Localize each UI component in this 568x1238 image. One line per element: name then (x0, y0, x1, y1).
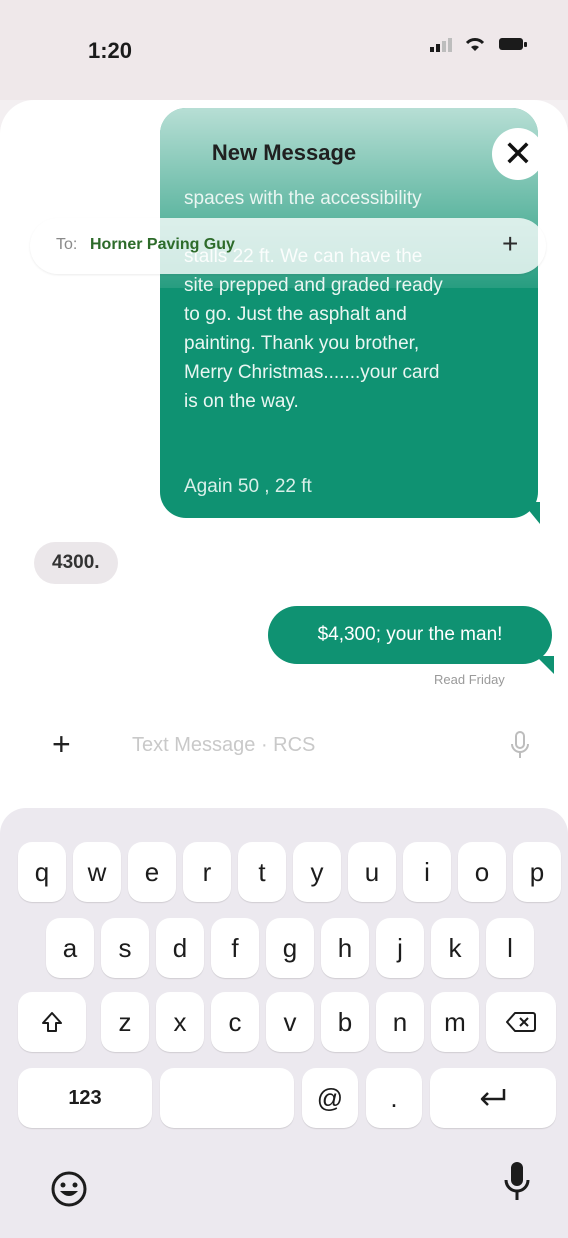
key-h[interactable]: h (321, 918, 369, 978)
close-button[interactable]: ✕ (492, 128, 544, 180)
add-recipient-button[interactable]: + (502, 230, 518, 258)
key-i[interactable]: i (403, 842, 451, 902)
key-n[interactable]: n (376, 992, 424, 1052)
message-bubble-incoming[interactable]: 4300. (34, 542, 118, 584)
key-f[interactable]: f (211, 918, 259, 978)
to-label: To: (56, 236, 78, 253)
key-b[interactable]: b (321, 992, 369, 1052)
key-t[interactable]: t (238, 842, 286, 902)
key-s[interactable]: s (101, 918, 149, 978)
period-key[interactable]: . (366, 1068, 422, 1128)
dictation-mic-icon (504, 1162, 530, 1200)
mic-button[interactable] (510, 730, 530, 765)
shift-icon (42, 1012, 62, 1032)
key-m[interactable]: m (431, 992, 479, 1052)
read-receipt: Read Friday (434, 672, 505, 687)
status-time: 1:20 (88, 38, 133, 63)
at-key[interactable]: @ (302, 1068, 358, 1128)
key-y[interactable]: y (293, 842, 341, 902)
message-bubble-outgoing-2[interactable]: $4,300; your the man! (268, 606, 552, 664)
key-k[interactable]: k (431, 918, 479, 978)
mic-icon (511, 731, 529, 758)
key-v[interactable]: v (266, 992, 314, 1052)
key-u[interactable]: u (348, 842, 396, 902)
key-e[interactable]: e (128, 842, 176, 902)
battery-icon (499, 38, 527, 50)
key-j[interactable]: j (376, 918, 424, 978)
key-r[interactable]: r (183, 842, 231, 902)
key-a[interactable]: a (46, 918, 94, 978)
key-p[interactable]: p (513, 842, 561, 902)
backspace-icon (506, 1012, 536, 1032)
message-text-footer: Again 50 , 22 ft (184, 476, 312, 497)
return-key[interactable] (430, 1068, 556, 1128)
close-icon: ✕ (502, 133, 534, 174)
key-l[interactable]: l (486, 918, 534, 978)
page-title: New Message (211, 140, 357, 165)
key-w[interactable]: w (73, 842, 121, 902)
numbers-key[interactable]: 123 (18, 1068, 152, 1128)
recipient-chip[interactable]: Horner Paving Guy (90, 236, 235, 254)
dictation-button[interactable] (504, 1160, 530, 1211)
bubble-tail (522, 502, 540, 524)
attach-button[interactable]: + (52, 728, 71, 760)
key-z[interactable]: z (101, 992, 149, 1052)
bubble-tail-2 (536, 656, 554, 674)
backspace-key[interactable] (486, 992, 556, 1052)
space-key[interactable] (160, 1068, 294, 1128)
shift-key[interactable] (18, 992, 86, 1052)
wifi-icon (465, 38, 485, 51)
key-g[interactable]: g (266, 918, 314, 978)
key-x[interactable]: x (156, 992, 204, 1052)
signal-icon (430, 38, 452, 52)
key-o[interactable]: o (458, 842, 506, 902)
emoji-icon (51, 1171, 87, 1207)
key-c[interactable]: c (211, 992, 259, 1052)
message-input[interactable]: Text Message · RCS (132, 734, 315, 757)
return-icon (480, 1089, 506, 1106)
key-d[interactable]: d (156, 918, 204, 978)
key-q[interactable]: q (18, 842, 66, 902)
status-icons (430, 36, 528, 52)
emoji-button[interactable] (50, 1170, 88, 1213)
